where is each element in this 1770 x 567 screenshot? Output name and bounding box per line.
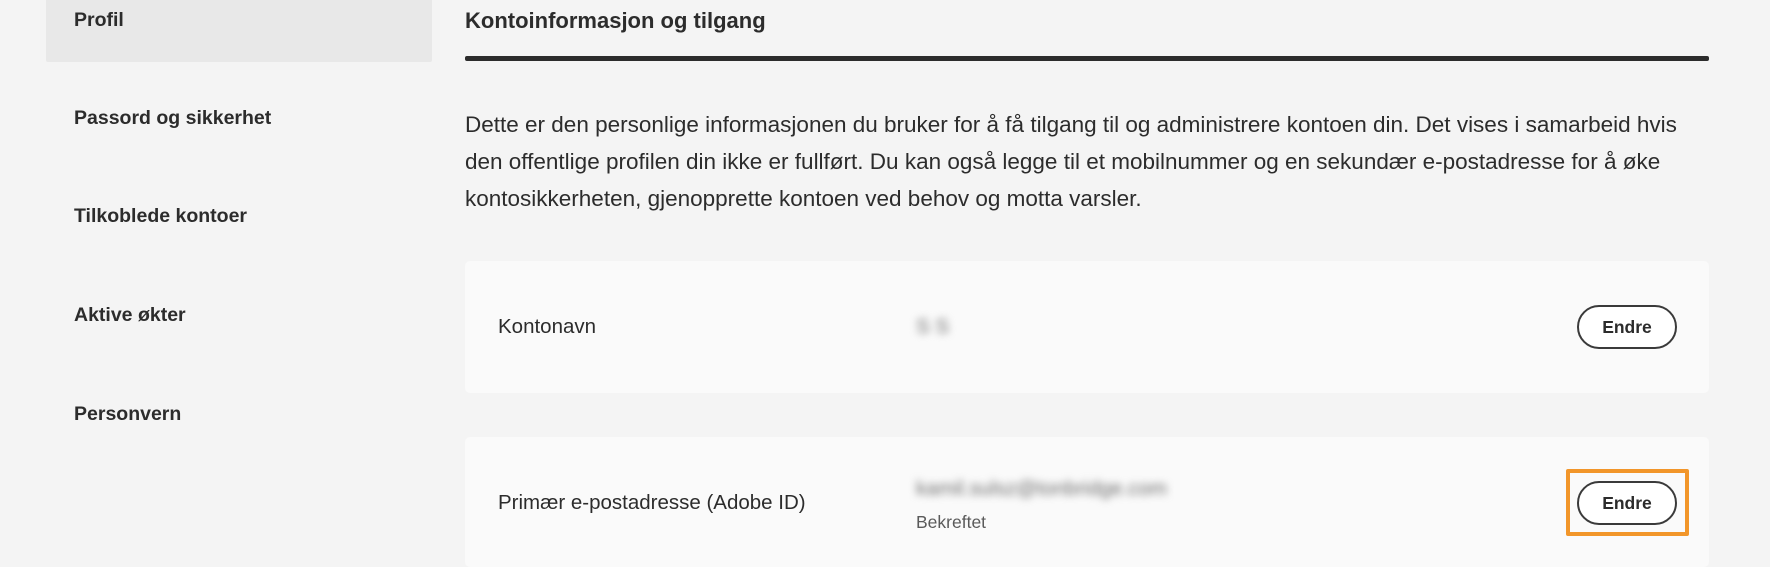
- edit-primary-email-button[interactable]: Endre: [1577, 481, 1677, 525]
- account-name-card: Kontonavn S S Endre: [465, 261, 1709, 393]
- sidebar-item-tilkoblede-kontoer[interactable]: Tilkoblede kontoer: [46, 185, 432, 247]
- section-title: Kontoinformasjon og tilgang: [465, 8, 766, 33]
- sidebar-item-aktive-okter[interactable]: Aktive økter: [46, 284, 432, 346]
- sidebar-item-passord-og-sikkerhet[interactable]: Passord og sikkerhet: [46, 87, 432, 149]
- sidebar-item-label: Personvern: [74, 402, 182, 425]
- sidebar-item-personvern[interactable]: Personvern: [46, 383, 432, 445]
- edit-account-name-button[interactable]: Endre: [1577, 305, 1677, 349]
- sidebar-item-label: Aktive økter: [74, 303, 186, 326]
- title-divider: [465, 56, 1709, 61]
- settings-sidebar: Profil Passord og sikkerhet Tilkoblede k…: [46, 0, 432, 550]
- sidebar-item-label: Passord og sikkerhet: [74, 106, 272, 129]
- account-name-label: Kontonavn: [498, 315, 597, 338]
- primary-email-card: Primær e-postadresse (Adobe ID) kamil.su…: [465, 437, 1709, 567]
- primary-email-label: Primær e-postadresse (Adobe ID): [498, 491, 806, 514]
- email-verified-status: Bekreftet: [916, 512, 987, 532]
- account-name-value: S S: [916, 315, 950, 338]
- sidebar-item-label: Tilkoblede kontoer: [74, 204, 248, 227]
- sidebar-item-profil[interactable]: Profil: [46, 0, 432, 62]
- main-content: Kontoinformasjon og tilgang Dette er den…: [465, 0, 1709, 567]
- primary-email-value: kamil.sulsz@tonbridge.com: [916, 477, 1167, 500]
- intro-text: Dette er den personlige informasjonen du…: [465, 112, 1677, 211]
- sidebar-item-label: Profil: [74, 8, 124, 31]
